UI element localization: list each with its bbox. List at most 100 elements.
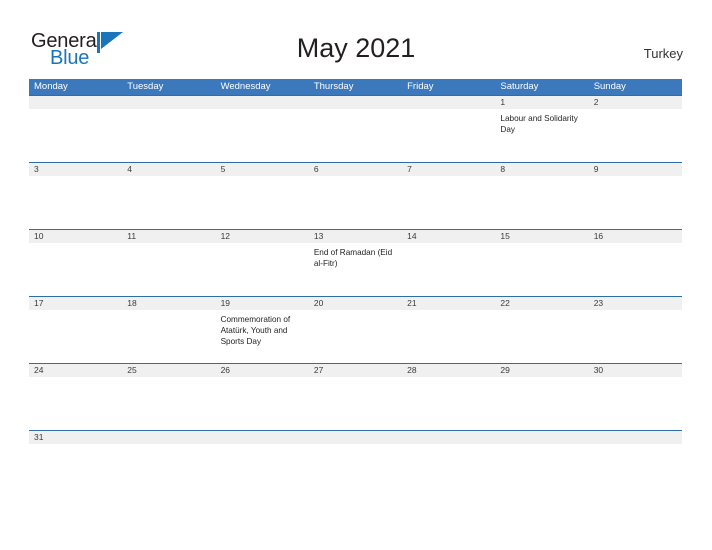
week-row: 10 11 12 13 14 15 16 End of Ramadan (Eid… [29,229,682,296]
day-event [495,377,588,381]
day-event [402,444,495,448]
day-number[interactable]: 6 [309,163,402,176]
day-number[interactable]: 14 [402,230,495,243]
day-event [122,243,215,269]
day-event [29,109,122,135]
day-event [589,444,682,448]
day-event [309,109,402,135]
day-number[interactable]: 17 [29,297,122,310]
day-number[interactable] [589,431,682,444]
calendar-page: General Blue May 2021 Turkey Monday Tues… [0,0,712,550]
day-event [495,310,588,347]
weekday-sunday: Sunday [593,81,626,92]
day-event [122,310,215,347]
day-event [122,444,215,448]
calendar-grid: Monday Tuesday Wednesday Thursday Friday… [29,79,682,464]
weekday-thursday: Thursday [313,81,354,92]
day-event: End of Ramadan (Eid al-Fitr) [313,248,393,268]
day-event: Commemoration of Atatürk, Youth and Spor… [220,315,291,346]
day-event [495,444,588,448]
day-event [29,377,122,381]
day-event [216,377,309,381]
day-event [589,109,682,135]
day-number[interactable] [216,96,309,109]
day-number[interactable] [309,431,402,444]
day-event [402,310,495,347]
day-number[interactable]: 2 [589,96,682,109]
day-number[interactable]: 1 [495,96,588,109]
day-number[interactable] [402,431,495,444]
day-number[interactable] [309,96,402,109]
day-event [309,444,402,448]
week-event-band: Labour and Solidarity Day [29,109,682,135]
day-event [495,176,588,180]
day-event [122,176,215,180]
day-event [589,243,682,269]
weekday-tuesday: Tuesday [127,81,164,92]
week-event-band [29,176,682,180]
weekday-friday: Friday [407,81,434,92]
day-event [216,243,309,269]
day-number[interactable]: 7 [402,163,495,176]
day-number[interactable]: 31 [29,431,122,444]
day-number[interactable]: 26 [216,364,309,377]
day-event [29,243,122,269]
day-event [495,243,588,269]
day-event [402,109,495,135]
day-event [402,243,495,269]
day-number[interactable] [216,431,309,444]
day-number[interactable] [495,431,588,444]
day-event [402,176,495,180]
day-number[interactable]: 29 [495,364,588,377]
day-number[interactable]: 28 [402,364,495,377]
day-number[interactable]: 12 [216,230,309,243]
day-number[interactable]: 25 [122,364,215,377]
day-number[interactable]: 18 [122,297,215,310]
day-number[interactable]: 9 [589,163,682,176]
day-number[interactable]: 22 [495,297,588,310]
day-number[interactable] [122,431,215,444]
day-number[interactable]: 10 [29,230,122,243]
day-number[interactable]: 13 [309,230,402,243]
week-number-band: 24 25 26 27 28 29 30 [29,364,682,377]
day-event [216,176,309,180]
day-number[interactable]: 4 [122,163,215,176]
day-number[interactable]: 5 [216,163,309,176]
weekday-wednesday: Wednesday [220,81,271,92]
week-event-band: Commemoration of Atatürk, Youth and Spor… [29,310,682,347]
day-number[interactable]: 24 [29,364,122,377]
week-row: 1 2 Labour and Solidarity Day [29,95,682,162]
week-number-band: 1 2 [29,96,682,109]
day-number[interactable]: 8 [495,163,588,176]
week-row: 3 4 5 6 7 8 9 [29,162,682,229]
day-number[interactable]: 30 [589,364,682,377]
week-event-band [29,377,682,381]
week-row: 31 [29,430,682,464]
day-number[interactable]: 21 [402,297,495,310]
weekday-monday: Monday [34,81,68,92]
week-number-band: 3 4 5 6 7 8 9 [29,163,682,176]
day-event [589,176,682,180]
day-number[interactable]: 16 [589,230,682,243]
day-event [29,176,122,180]
day-event [216,109,309,135]
day-event [216,444,309,448]
weekday-saturday: Saturday [500,81,539,92]
day-event [402,377,495,381]
day-event [309,377,402,381]
day-number[interactable] [402,96,495,109]
day-number[interactable]: 20 [309,297,402,310]
day-event [309,310,402,347]
day-number[interactable] [29,96,122,109]
day-number[interactable]: 15 [495,230,588,243]
day-event [589,310,682,347]
day-number[interactable] [122,96,215,109]
week-row: 17 18 19 20 21 22 23 Commemoration of At… [29,296,682,363]
day-number[interactable]: 3 [29,163,122,176]
day-number[interactable]: 19 [216,297,309,310]
day-number[interactable]: 27 [309,364,402,377]
day-number[interactable]: 23 [589,297,682,310]
week-number-band: 31 [29,431,682,444]
day-number[interactable]: 11 [122,230,215,243]
day-event [309,176,402,180]
